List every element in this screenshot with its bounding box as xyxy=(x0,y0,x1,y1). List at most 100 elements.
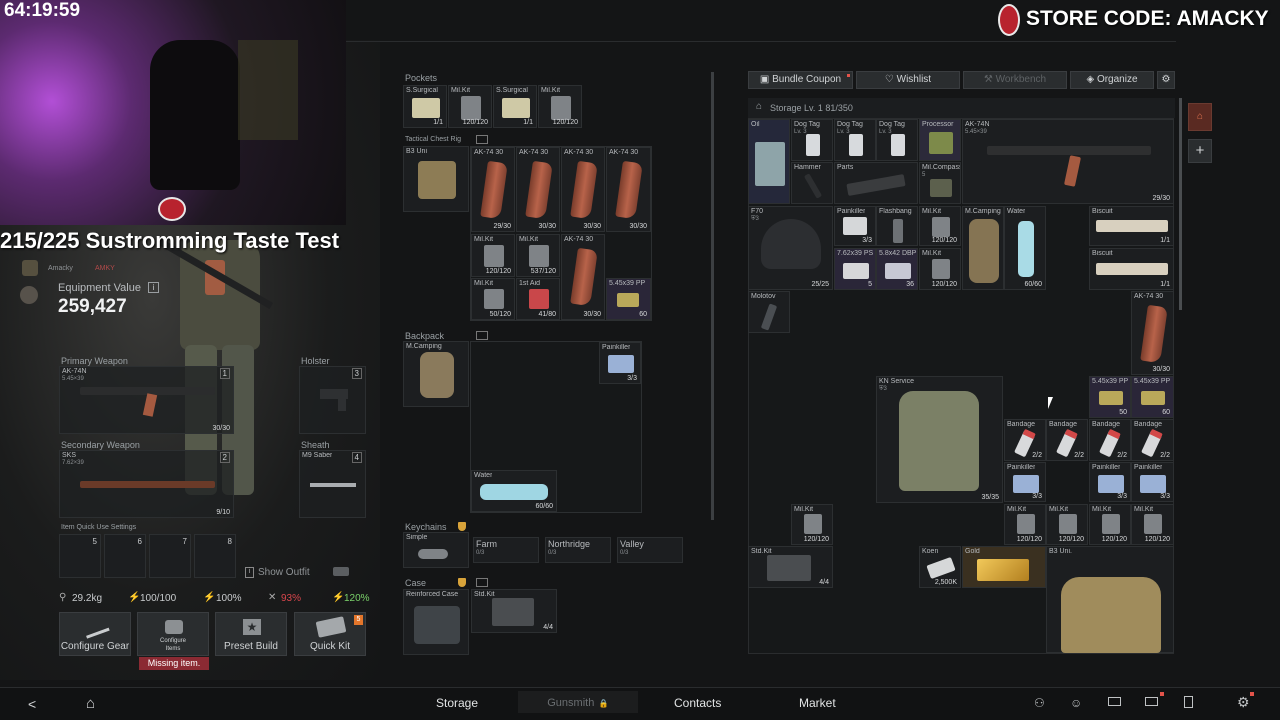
storage-item[interactable]: 5.45x39 PP 50 xyxy=(1089,376,1131,418)
storage-item[interactable]: Parts xyxy=(834,162,918,204)
storage-item[interactable]: F70 ⛨3 25/25 xyxy=(748,206,833,290)
rig-item[interactable]: AK-74 30 30/30 xyxy=(516,147,560,232)
storage-item[interactable]: Biscuit 1/1 xyxy=(1089,206,1174,246)
storage-item[interactable]: Painkiller 3/3 xyxy=(1004,462,1046,502)
storage-item[interactable]: Biscuit 1/1 xyxy=(1089,248,1174,290)
storage-item[interactable]: Molotov xyxy=(748,291,790,333)
configure-gear-button[interactable]: Configure Gear xyxy=(59,612,131,656)
storage-item[interactable]: B3 Uni. xyxy=(1046,546,1174,653)
storage-item[interactable]: Bandage 2/2 xyxy=(1004,419,1046,461)
backpack-item[interactable]: Water 60/60 xyxy=(471,470,557,512)
storage-item[interactable]: Hammer xyxy=(791,162,833,204)
key-slot[interactable]: Farm 0/3 xyxy=(473,537,539,563)
quick-use-slot[interactable]: 6 xyxy=(104,534,146,578)
storage-item[interactable]: Mil.Kit 120/120 xyxy=(791,504,833,545)
storage-item[interactable]: Oil xyxy=(748,119,790,204)
nav-contacts[interactable]: Contacts xyxy=(674,696,721,710)
organize-tab[interactable]: ◈ Organize xyxy=(1070,71,1154,89)
mail-icon[interactable] xyxy=(1145,697,1158,706)
storage-item[interactable]: Std.Kit 4/4 xyxy=(748,546,833,588)
document-icon[interactable] xyxy=(1184,696,1193,708)
back-button[interactable]: < xyxy=(28,696,36,712)
storage-item[interactable]: Mil.Kit 120/120 xyxy=(1004,504,1046,545)
secondary-weapon-slot[interactable]: SKS 7.62×39 2 9/10 xyxy=(59,450,234,518)
storage-item[interactable]: Gold xyxy=(962,546,1046,588)
storage-item[interactable]: Painkiller 3/3 xyxy=(1089,462,1131,502)
info-icon[interactable]: i xyxy=(148,282,159,293)
backpack-info-icon[interactable] xyxy=(476,331,488,340)
storage-location-button[interactable]: ⌂ xyxy=(1188,103,1212,131)
quick-use-slot[interactable]: 7 xyxy=(149,534,191,578)
home-button[interactable]: ⌂ xyxy=(86,695,95,712)
rig-item[interactable]: 1st Aid 41/80 xyxy=(516,278,560,320)
workbench-tab[interactable]: ⚒ Workbench xyxy=(963,71,1067,89)
rig-item[interactable]: AK-74 30 30/30 xyxy=(561,147,605,232)
show-outfit-toggle[interactable] xyxy=(333,567,349,576)
quick-kit-button[interactable]: Quick Kit 5 xyxy=(294,612,366,656)
backpack-slot[interactable]: M.Camping xyxy=(403,341,469,407)
storage-item[interactable]: KN Service ⛨3 35/35 xyxy=(876,376,1003,503)
nav-storage[interactable]: Storage xyxy=(436,696,478,710)
storage-item[interactable]: Dog Tag Lv. 3 xyxy=(791,119,833,161)
rig-info-icon[interactable] xyxy=(476,135,488,144)
storage-item[interactable]: 5.8x42 DBP 36 xyxy=(876,248,918,290)
pocket-slot[interactable]: S.Surgical 1/1 xyxy=(493,85,537,128)
rig-slot[interactable]: B3 Uni xyxy=(403,146,469,212)
holster-slot[interactable]: 3 xyxy=(299,366,366,434)
rig-item[interactable]: 5.45x39 PP 60 xyxy=(606,278,651,320)
storage-item[interactable]: Mil.Kit 120/120 xyxy=(1046,504,1088,545)
storage-item[interactable]: Koen 2,500K xyxy=(919,546,961,588)
pocket-slot[interactable]: Mil.Kit 120/120 xyxy=(538,85,582,128)
storage-item[interactable]: Dog Tag Lv. 3 xyxy=(834,119,876,161)
chat-icon[interactable] xyxy=(1108,697,1121,706)
case-item[interactable]: Std.Kit 4/4 xyxy=(471,589,557,633)
squad-icon[interactable]: ⚇ xyxy=(1034,696,1045,710)
keychain-slot[interactable]: Simple xyxy=(403,532,469,568)
rig-item[interactable]: AK-74 30 30/30 xyxy=(606,147,651,232)
sheath-slot[interactable]: M9 Saber 4 xyxy=(299,450,366,518)
pocket-slot[interactable]: S.Surgical 1/1 xyxy=(403,85,447,128)
storage-item[interactable]: Bandage 2/2 xyxy=(1131,419,1174,461)
rig-item[interactable]: Mil.Kit 50/120 xyxy=(471,278,515,320)
case-info-icon[interactable] xyxy=(476,578,488,587)
storage-item[interactable]: Bandage 2/2 xyxy=(1046,419,1088,461)
loadout-scrollbar[interactable] xyxy=(711,72,714,520)
rig-item[interactable]: AK-74 30 30/30 xyxy=(561,234,605,320)
preset-build-button[interactable]: ★ Preset Build xyxy=(215,612,287,656)
storage-item[interactable]: Painkiller 3/3 xyxy=(834,206,876,246)
primary-weapon-slot[interactable]: AK-74N 5.45×39 1 30/30 xyxy=(59,366,234,434)
add-storage-button[interactable]: + xyxy=(1188,139,1212,163)
pocket-slot[interactable]: Mil.Kit 120/120 xyxy=(448,85,492,128)
storage-item[interactable]: Bandage 2/2 xyxy=(1089,419,1131,461)
storage-item[interactable]: Mil.Kit 120/120 xyxy=(919,206,961,246)
rig-item[interactable]: Mil.Kit 537/120 xyxy=(516,234,560,277)
storage-item[interactable]: Water 60/60 xyxy=(1004,206,1046,290)
storage-item[interactable]: Mil.Kit 120/120 xyxy=(919,248,961,290)
backpack-item[interactable]: Painkiller 3/3 xyxy=(599,342,641,384)
storage-item[interactable]: Dog Tag Lv. 3 xyxy=(876,119,918,161)
storage-item[interactable]: Flashbang xyxy=(876,206,918,246)
key-slot[interactable]: Valley 0/3 xyxy=(617,537,683,563)
storage-item[interactable]: 7.62x39 PS 5 xyxy=(834,248,876,290)
case-slot[interactable]: Reinforced Case xyxy=(403,589,469,655)
storage-item[interactable]: Processor xyxy=(919,119,961,161)
storage-item[interactable]: Mil.Compass 5 xyxy=(919,162,961,204)
quick-use-slot[interactable]: 8 xyxy=(194,534,236,578)
friends-icon[interactable]: ☺ xyxy=(1070,696,1082,710)
wishlist-tab[interactable]: ♡ Wishlist xyxy=(856,71,960,89)
storage-scrollbar[interactable] xyxy=(1179,98,1182,310)
storage-item[interactable]: AK-74N 5.45×39 29/30 xyxy=(962,119,1174,204)
rig-item[interactable]: AK-74 30 29/30 xyxy=(471,147,515,232)
quick-use-slot[interactable]: 5 xyxy=(59,534,101,578)
bundle-coupon-tab[interactable]: ▣ Bundle Coupon xyxy=(748,71,853,89)
storage-item[interactable]: Mil.Kit 120/120 xyxy=(1089,504,1131,545)
settings-gear-icon[interactable]: ⚙ xyxy=(1237,694,1250,711)
settings-button[interactable]: ⚙ xyxy=(1157,71,1175,89)
storage-item[interactable]: Painkiller 3/3 xyxy=(1131,462,1174,502)
configure-items-button[interactable]: Configure Items xyxy=(137,612,209,656)
nav-market[interactable]: Market xyxy=(799,696,836,710)
storage-item[interactable]: AK-74 30 30/30 xyxy=(1131,291,1174,375)
key-slot[interactable]: Northridge 0/3 xyxy=(545,537,611,563)
nav-gunsmith[interactable]: Gunsmith 🔒 xyxy=(518,691,638,713)
storage-item[interactable]: Mil.Kit 120/120 xyxy=(1131,504,1174,545)
